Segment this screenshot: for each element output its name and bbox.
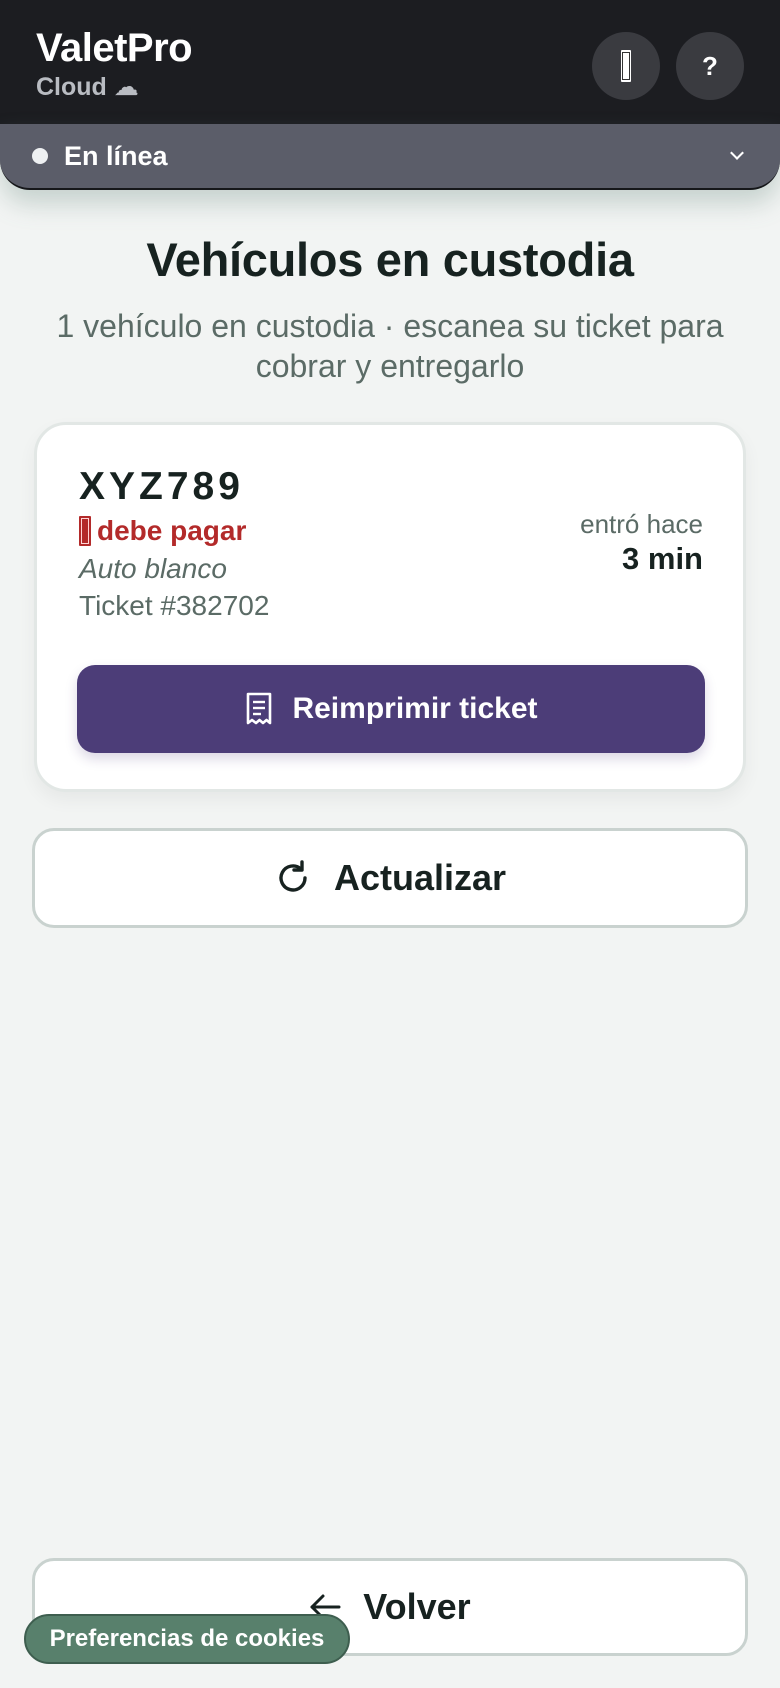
ticket-number: Ticket #382702 [79,590,270,621]
page-subtitle: 1 vehículo en custodia · escanea su tick… [56,308,724,384]
app-subtitle: Cloud ☁ [36,73,139,101]
refresh-icon [274,859,312,897]
help-icon: ? [702,50,718,81]
ticket-icon [79,516,91,546]
chevron-down-icon[interactable] [730,146,744,160]
payment-status: debe pagar [79,515,246,547]
help-button[interactable]: ? [676,32,744,100]
app-header: ValetPro Cloud ☁ ? [0,0,780,124]
page: ValetPro Cloud ☁ ? En línea Vehículos en… [0,0,780,1688]
vehicle-description: Auto blanco [79,553,227,584]
refresh-button[interactable]: Actualizar [32,828,748,928]
status-label: En línea [64,141,168,171]
entered-duration: 3 min [622,541,703,576]
status-dot-icon [32,148,48,164]
page-title: Vehículos en custodia [146,233,634,286]
entered-label: entró hace [580,509,703,539]
receipt-icon [244,692,274,726]
app-title: ValetPro [36,26,193,70]
ticket-icon [621,50,631,82]
ticket-button[interactable] [592,32,660,100]
reprint-ticket-label: Reimprimir ticket [292,692,538,725]
back-label: Volver [363,1586,471,1627]
license-plate: XYZ789 [79,465,244,508]
reprint-ticket-button[interactable]: Reimprimir ticket [77,665,705,753]
vehicle-card: XYZ789 debe pagar Auto blanco Ticket #38… [34,422,746,792]
payment-status-label: debe pagar [97,515,247,546]
cookie-preferences-button[interactable]: Preferencias de cookies [24,1614,350,1664]
refresh-label: Actualizar [333,857,507,898]
connection-status-bar[interactable]: En línea [0,124,780,190]
